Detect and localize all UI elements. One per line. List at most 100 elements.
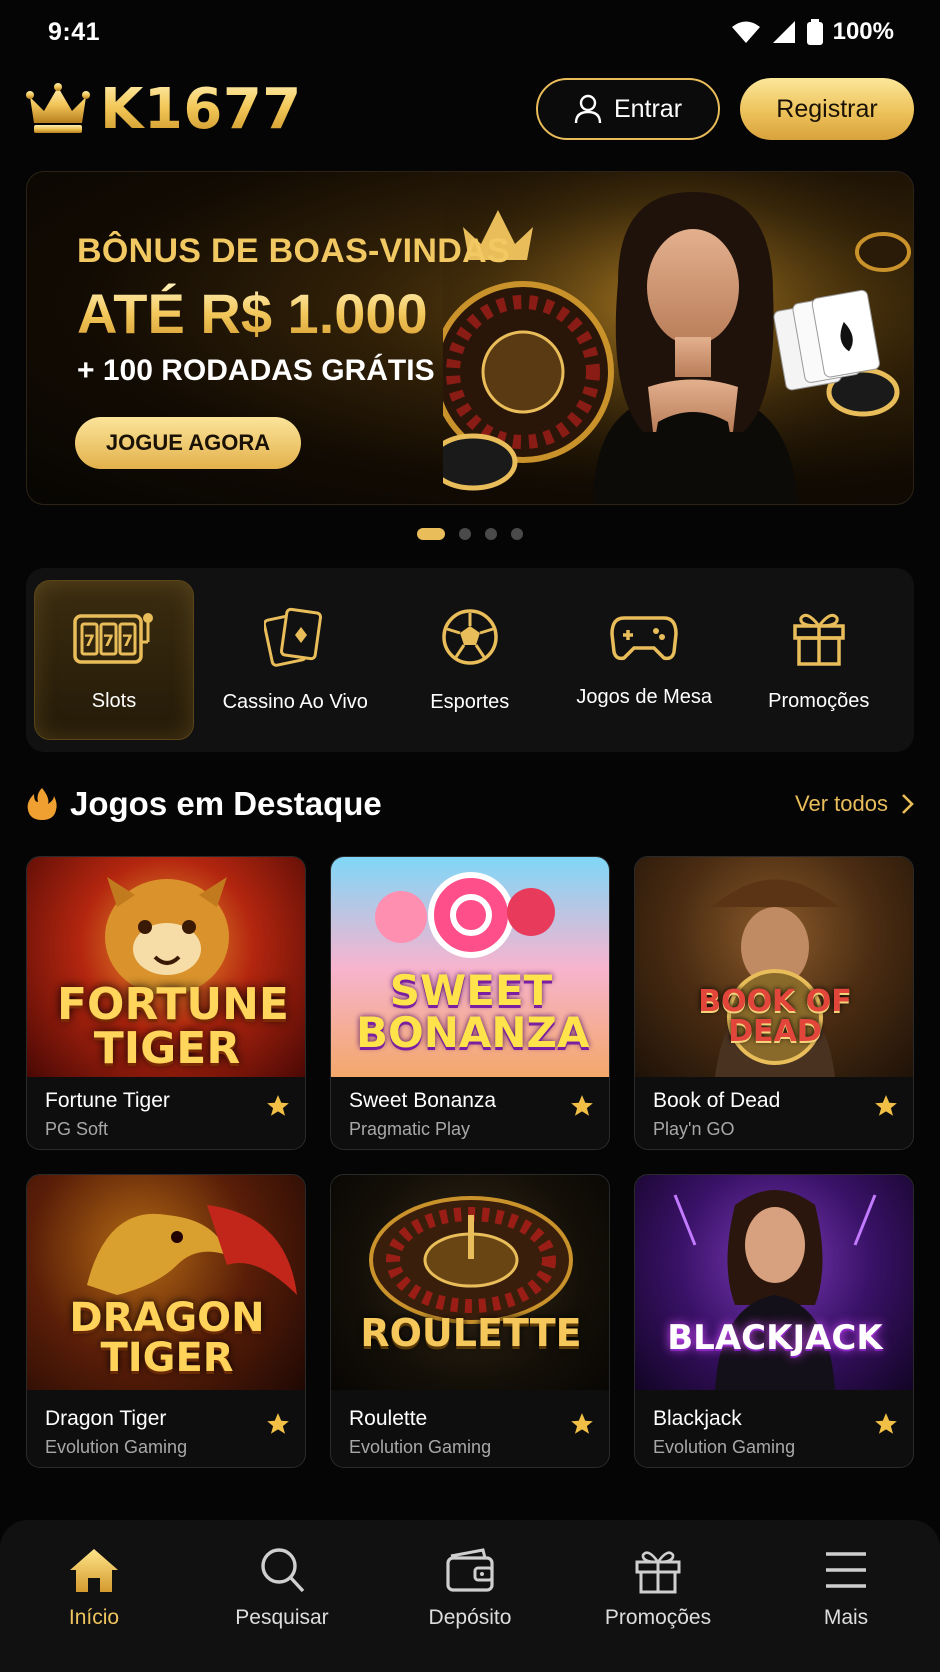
soccer-ball-icon — [442, 608, 498, 665]
bottom-nav: Início Pesquisar Depósito Promoções Mais — [0, 1520, 940, 1672]
game-info: Blackjack Evolution Gaming — [635, 1393, 913, 1467]
favorite-star-icon[interactable] — [873, 1411, 899, 1437]
banner-illustration — [443, 172, 913, 504]
game-info: Roulette Evolution Gaming — [331, 1393, 609, 1467]
battery-percent: 100% — [832, 18, 894, 45]
featured-games-grid: FORTUNE TIGER Fortune Tiger PG Soft SWEE… — [26, 856, 914, 1468]
fire-icon — [27, 788, 57, 820]
game-thumb-title: BLACKJACK — [667, 1317, 883, 1358]
carousel-dot-4[interactable] — [511, 528, 523, 540]
category-slots[interactable]: 7 7 7 Slots — [34, 580, 194, 740]
banner-free-spins: + 100 RODADAS GRÁTIS — [77, 354, 435, 387]
nav-search[interactable]: Pesquisar — [197, 1546, 367, 1630]
crown-icon — [26, 83, 90, 133]
home-icon — [70, 1549, 118, 1592]
game-card-book-of-dead[interactable]: BOOK OF DEAD Book of Dead Play'n GO — [634, 856, 914, 1150]
user-icon — [574, 94, 602, 124]
nav-label: Promoções — [604, 1606, 712, 1629]
wifi-icon — [731, 21, 760, 43]
brand-logo[interactable]: K1677 — [26, 77, 302, 142]
carousel-dot-3[interactable] — [485, 528, 497, 540]
status-bar: 9:41 100% — [0, 0, 940, 64]
game-name: Dragon Tiger — [45, 1407, 167, 1430]
game-info: Sweet Bonanza Pragmatic Play — [331, 1075, 609, 1149]
see-all-link[interactable]: Ver todos — [795, 791, 914, 817]
favorite-star-icon[interactable] — [265, 1093, 291, 1119]
play-now-button[interactable]: JOGUE AGORA — [75, 417, 301, 469]
game-provider: Evolution Gaming — [349, 1437, 492, 1457]
game-name: Sweet Bonanza — [349, 1089, 497, 1112]
svg-text:7: 7 — [122, 631, 133, 650]
nav-promotions[interactable]: Promoções — [573, 1546, 743, 1630]
category-label: Jogos de Mesa — [576, 685, 713, 708]
game-card-fortune-tiger[interactable]: FORTUNE TIGER Fortune Tiger PG Soft — [26, 856, 306, 1150]
category-table-games[interactable]: Jogos de Mesa — [557, 580, 732, 740]
nav-deposit[interactable]: Depósito — [385, 1546, 555, 1630]
game-thumbnail: BLACKJACK — [635, 1175, 913, 1390]
category-label: Slots — [91, 689, 137, 712]
nav-label: Depósito — [428, 1606, 512, 1629]
game-provider: Evolution Gaming — [653, 1437, 796, 1457]
gamepad-icon — [610, 615, 679, 660]
carousel-dots — [0, 528, 940, 540]
featured-header: Jogos em Destaque Ver todos — [26, 782, 914, 826]
game-thumb-title: BOOK OF DEAD — [698, 984, 852, 1049]
game-card-blackjack[interactable]: BLACKJACK Blackjack Evolution Gaming — [634, 1174, 914, 1468]
category-label: Promoções — [768, 689, 870, 712]
nav-home[interactable]: Início — [9, 1546, 179, 1630]
game-provider: Pragmatic Play — [349, 1119, 471, 1139]
game-name: Fortune Tiger — [45, 1089, 170, 1112]
featured-title: Jogos em Destaque — [26, 785, 382, 823]
category-sports[interactable]: Esportes — [383, 580, 558, 740]
favorite-star-icon[interactable] — [569, 1093, 595, 1119]
menu-icon — [826, 1552, 866, 1588]
game-card-roulette[interactable]: ROULETTE Roulette Evolution Gaming — [330, 1174, 610, 1468]
nav-more[interactable]: Mais — [761, 1546, 931, 1630]
favorite-star-icon[interactable] — [569, 1411, 595, 1437]
game-thumb-title: SWEET BONANZA — [356, 966, 590, 1057]
roulette-wheel-illustration — [369, 1196, 573, 1324]
game-card-dragon-tiger[interactable]: DRAGON TIGER Dragon Tiger Evolution Gami… — [26, 1174, 306, 1468]
login-button[interactable]: Entrar — [536, 78, 720, 140]
category-live-casino[interactable]: Cassino Ao Vivo — [208, 580, 383, 740]
favorite-star-icon[interactable] — [873, 1093, 899, 1119]
status-indicators: 100% — [731, 18, 894, 46]
promo-banner[interactable]: BÔNUS DE BOAS-VINDAS ATÉ R$ 1.000 + 100 … — [26, 171, 914, 505]
nav-label: Início — [68, 1606, 120, 1629]
game-info: Fortune Tiger PG Soft — [27, 1075, 305, 1149]
game-thumb-title: ROULETTE — [360, 1310, 582, 1355]
nav-label: Pesquisar — [235, 1606, 329, 1629]
gift-icon — [793, 613, 845, 666]
carousel-dot-2[interactable] — [459, 528, 471, 540]
featured-title-text: Jogos em Destaque — [70, 785, 382, 822]
category-label: Cassino Ao Vivo — [222, 690, 368, 713]
battery-icon — [806, 19, 823, 45]
game-thumb-title: FORTUNE TIGER — [57, 979, 289, 1074]
game-thumbnail: FORTUNE TIGER — [27, 857, 305, 1077]
carousel-dot-1[interactable] — [417, 528, 445, 540]
svg-text:7: 7 — [84, 631, 95, 650]
brand-name: K1677 — [100, 76, 302, 142]
category-label: Esportes — [430, 690, 510, 713]
game-info: Book of Dead Play'n GO — [635, 1075, 913, 1149]
category-promotions[interactable]: Promoções — [732, 580, 907, 740]
game-thumbnail: DRAGON TIGER — [27, 1175, 305, 1390]
nav-label: Mais — [823, 1606, 869, 1629]
login-label: Entrar — [613, 94, 683, 123]
game-name: Blackjack — [653, 1407, 742, 1430]
slot-machine-icon: 7 7 7 — [73, 612, 153, 664]
status-time: 9:41 — [48, 17, 101, 46]
search-icon — [261, 1548, 305, 1593]
header-actions: Entrar Registrar — [536, 78, 914, 140]
favorite-star-icon[interactable] — [265, 1411, 291, 1437]
see-all-label: Ver todos — [795, 791, 888, 816]
svg-text:7: 7 — [103, 631, 114, 650]
category-bar: 7 7 7 Slots Cassino Ao Vivo Esportes Jog… — [26, 568, 914, 752]
app-header: K1677 Entrar Registrar — [26, 76, 914, 142]
game-thumbnail: ROULETTE — [331, 1175, 609, 1390]
chevron-right-icon — [902, 794, 914, 814]
wallet-icon — [446, 1548, 494, 1592]
game-card-sweet-bonanza[interactable]: SWEET BONANZA Sweet Bonanza Pragmatic Pl… — [330, 856, 610, 1150]
cards-icon — [264, 607, 323, 667]
register-button[interactable]: Registrar — [740, 78, 914, 140]
